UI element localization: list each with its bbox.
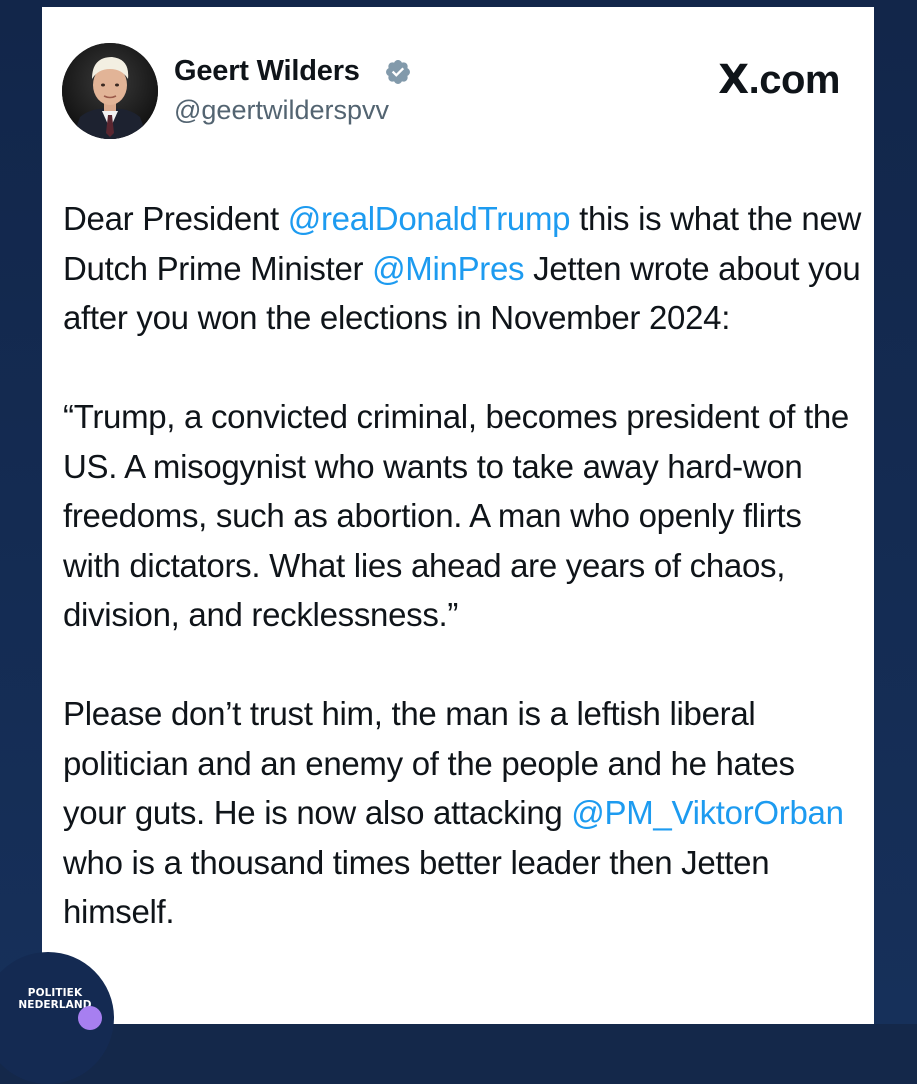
mention-link[interactable]: @PM_ViktorOrban (571, 794, 844, 831)
post-text-segment: “Trump, a convicted criminal, becomes pr… (63, 398, 849, 633)
post-paragraph: Dear President @realDonaldTrump this is … (63, 194, 863, 343)
post-paragraph: Please don’t trust him, the man is a lef… (63, 689, 863, 937)
post-text-segment: Dear President (63, 200, 288, 237)
x-com-logo: X.com (718, 57, 840, 103)
brand-suffix: .com (748, 58, 841, 102)
post-text: Dear President @realDonaldTrump this is … (63, 194, 863, 986)
mention-link[interactable]: @realDonaldTrump (288, 200, 571, 237)
author-handle[interactable]: @geertwilderspvv (174, 95, 389, 126)
author-name[interactable]: Geert Wilders (174, 55, 360, 88)
watermark-line-1: POLITIEK (27, 987, 83, 999)
post-text-segment: who is a thousand times better leader th… (63, 843, 770, 931)
post-paragraph: “Trump, a convicted criminal, becomes pr… (63, 392, 863, 640)
mention-link[interactable]: @MinPres (372, 250, 524, 287)
x-logo-icon: X (718, 57, 749, 103)
post-card: Geert Wilders @geertwilderspvv X.com Dea… (42, 7, 874, 1024)
author-avatar[interactable] (62, 43, 158, 139)
share-icon (78, 1006, 102, 1030)
verified-badge-icon (386, 60, 410, 84)
